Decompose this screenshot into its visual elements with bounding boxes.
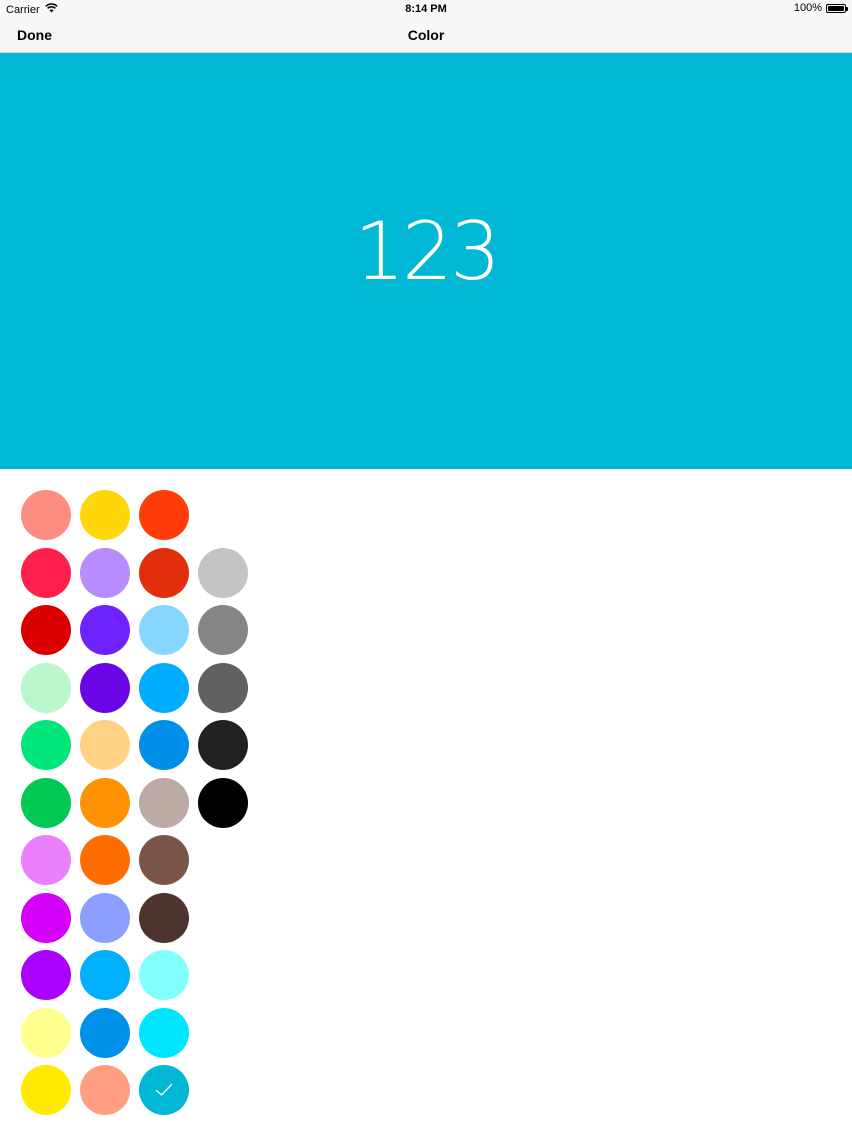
color-swatch[interactable] [80, 950, 130, 1000]
color-swatch[interactable] [21, 778, 71, 828]
color-swatch[interactable] [21, 490, 71, 540]
battery-icon [826, 3, 848, 13]
color-swatch[interactable] [80, 1008, 130, 1058]
navigation-bar: Done Color [0, 18, 852, 53]
color-swatch[interactable] [80, 893, 130, 943]
done-button[interactable]: Done [17, 27, 52, 43]
color-swatch[interactable] [139, 950, 189, 1000]
color-swatch[interactable] [21, 663, 71, 713]
color-swatch[interactable] [139, 835, 189, 885]
color-swatch[interactable] [80, 490, 130, 540]
color-swatch[interactable] [198, 548, 248, 598]
color-swatch[interactable] [80, 548, 130, 598]
color-swatch[interactable] [80, 835, 130, 885]
color-swatch[interactable] [80, 778, 130, 828]
color-swatch[interactable] [198, 778, 248, 828]
color-swatch[interactable] [21, 950, 71, 1000]
color-swatch[interactable] [21, 893, 71, 943]
color-swatch[interactable] [198, 720, 248, 770]
color-swatch[interactable] [139, 720, 189, 770]
status-time: 8:14 PM [405, 3, 447, 15]
color-swatch[interactable] [21, 1008, 71, 1058]
color-swatch[interactable] [139, 490, 189, 540]
color-preview: 123 [0, 53, 852, 469]
battery-percent: 100% [793, 2, 822, 14]
color-swatch[interactable] [139, 548, 189, 598]
color-swatch[interactable] [80, 605, 130, 655]
color-swatch[interactable] [21, 835, 71, 885]
battery-tip [846, 6, 848, 11]
color-swatch[interactable] [80, 1065, 130, 1115]
color-swatch[interactable] [198, 663, 248, 713]
color-swatch[interactable] [21, 548, 71, 598]
status-bar: Carrier 8:14 PM 100% [0, 0, 852, 18]
color-swatch[interactable] [21, 720, 71, 770]
color-swatch[interactable] [198, 605, 248, 655]
color-swatch[interactable] [139, 663, 189, 713]
checkmark-icon [155, 1080, 173, 1100]
color-swatch[interactable] [21, 605, 71, 655]
color-swatch[interactable] [80, 663, 130, 713]
nav-title: Color [407, 27, 445, 43]
battery-fill [828, 5, 844, 11]
status-right: 100% [793, 2, 848, 14]
color-swatch[interactable] [139, 1008, 189, 1058]
preview-number: 123 [354, 204, 501, 298]
color-swatch[interactable] [139, 605, 189, 655]
color-swatch[interactable] [80, 720, 130, 770]
color-swatch[interactable] [21, 1065, 71, 1115]
color-swatch[interactable] [139, 778, 189, 828]
color-swatch[interactable] [139, 893, 189, 943]
color-swatch-selected[interactable] [139, 1065, 189, 1115]
